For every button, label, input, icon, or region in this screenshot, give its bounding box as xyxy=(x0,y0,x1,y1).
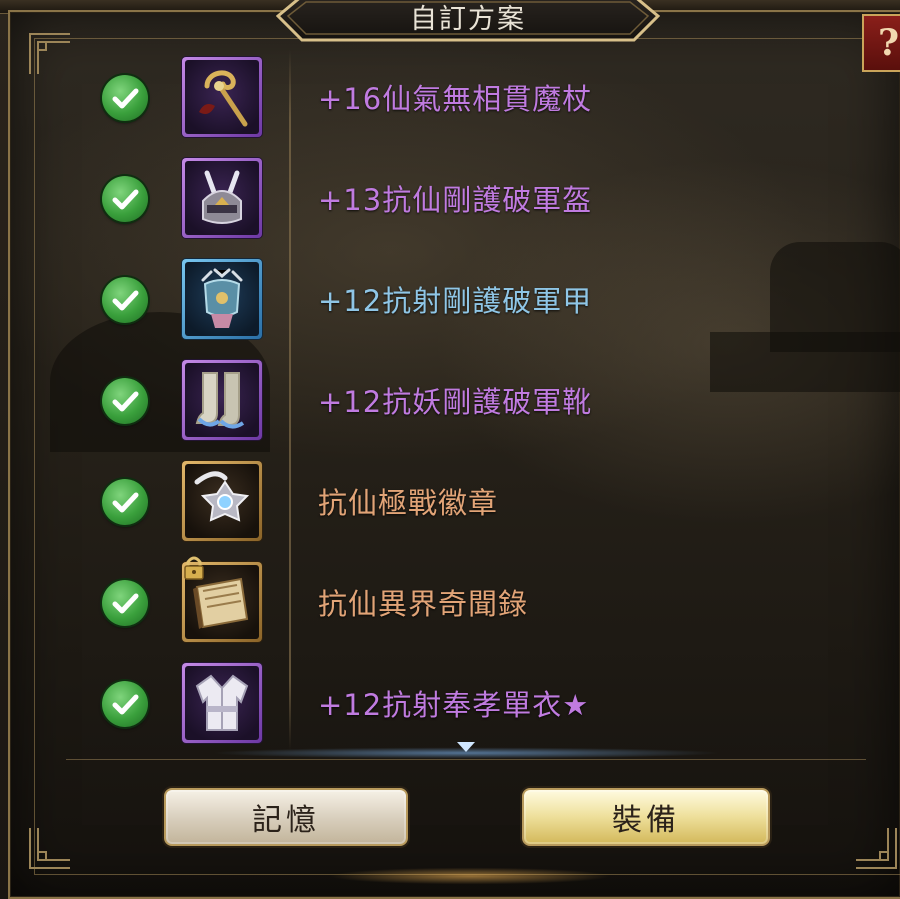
item-slot[interactable] xyxy=(182,259,262,339)
badge-icon xyxy=(185,464,259,538)
item-slot[interactable] xyxy=(182,360,262,440)
equipment-row[interactable]: +16仙氣無相貫魔杖 xyxy=(0,54,900,144)
checkmark-icon[interactable] xyxy=(102,277,148,323)
checkmark-icon[interactable] xyxy=(102,479,148,525)
robe-icon xyxy=(185,666,259,740)
item-slot[interactable] xyxy=(182,57,262,137)
item-slot[interactable] xyxy=(182,556,262,642)
equipment-row[interactable]: +12抗射剛護破軍甲 xyxy=(0,256,900,346)
equipment-row[interactable]: 抗仙異界奇聞錄 xyxy=(0,556,900,649)
checkmark-icon[interactable] xyxy=(102,378,148,424)
checkmark-icon[interactable] xyxy=(102,75,148,121)
item-name: +13抗仙剛護破軍盔 xyxy=(318,183,593,217)
item-slot[interactable] xyxy=(182,461,262,541)
item-name: +12抗射奉孝單衣★ xyxy=(318,688,590,722)
game-window: 自訂方案 ? +16仙氣無相貫魔杖 +13抗仙剛護破軍盔 +12抗射剛護破軍甲 +12… xyxy=(0,0,900,899)
item-name: 抗仙異界奇聞錄 xyxy=(318,587,529,621)
title-plaque: 自訂方案 xyxy=(276,0,660,48)
item-name: +12抗妖剛護破軍靴 xyxy=(318,385,593,419)
equip-button[interactable]: 裝備 xyxy=(522,788,770,846)
lock-icon xyxy=(182,554,206,580)
memory-button[interactable]: 記憶 xyxy=(164,788,408,846)
item-slot[interactable] xyxy=(182,158,262,238)
bottom-glow-decoration xyxy=(260,860,680,888)
equipment-row[interactable]: +13抗仙剛護破軍盔 xyxy=(0,155,900,245)
item-name: 抗仙極戰徽章 xyxy=(318,486,499,520)
corner-ornament-bottom-left xyxy=(29,828,70,869)
equipment-row[interactable]: 抗仙極戰徽章 xyxy=(0,458,900,548)
armor-icon xyxy=(185,262,259,336)
equipment-row[interactable]: +12抗妖剛護破軍靴 xyxy=(0,357,900,447)
window-title: 自訂方案 xyxy=(410,3,526,35)
corner-ornament-bottom-right xyxy=(856,828,897,869)
helmet-icon xyxy=(185,161,259,235)
checkmark-icon[interactable] xyxy=(102,580,148,626)
equipment-row[interactable]: +12抗射奉孝單衣★ xyxy=(0,660,900,750)
boots-icon xyxy=(185,363,259,437)
scroll-down-arrow-icon[interactable] xyxy=(457,742,475,752)
checkmark-icon[interactable] xyxy=(102,176,148,222)
staff-icon xyxy=(185,60,259,134)
item-name: +16仙氣無相貫魔杖 xyxy=(318,82,593,116)
item-name: +12抗射剛護破軍甲 xyxy=(318,284,593,318)
checkmark-icon[interactable] xyxy=(102,681,148,727)
item-slot[interactable] xyxy=(182,663,262,743)
